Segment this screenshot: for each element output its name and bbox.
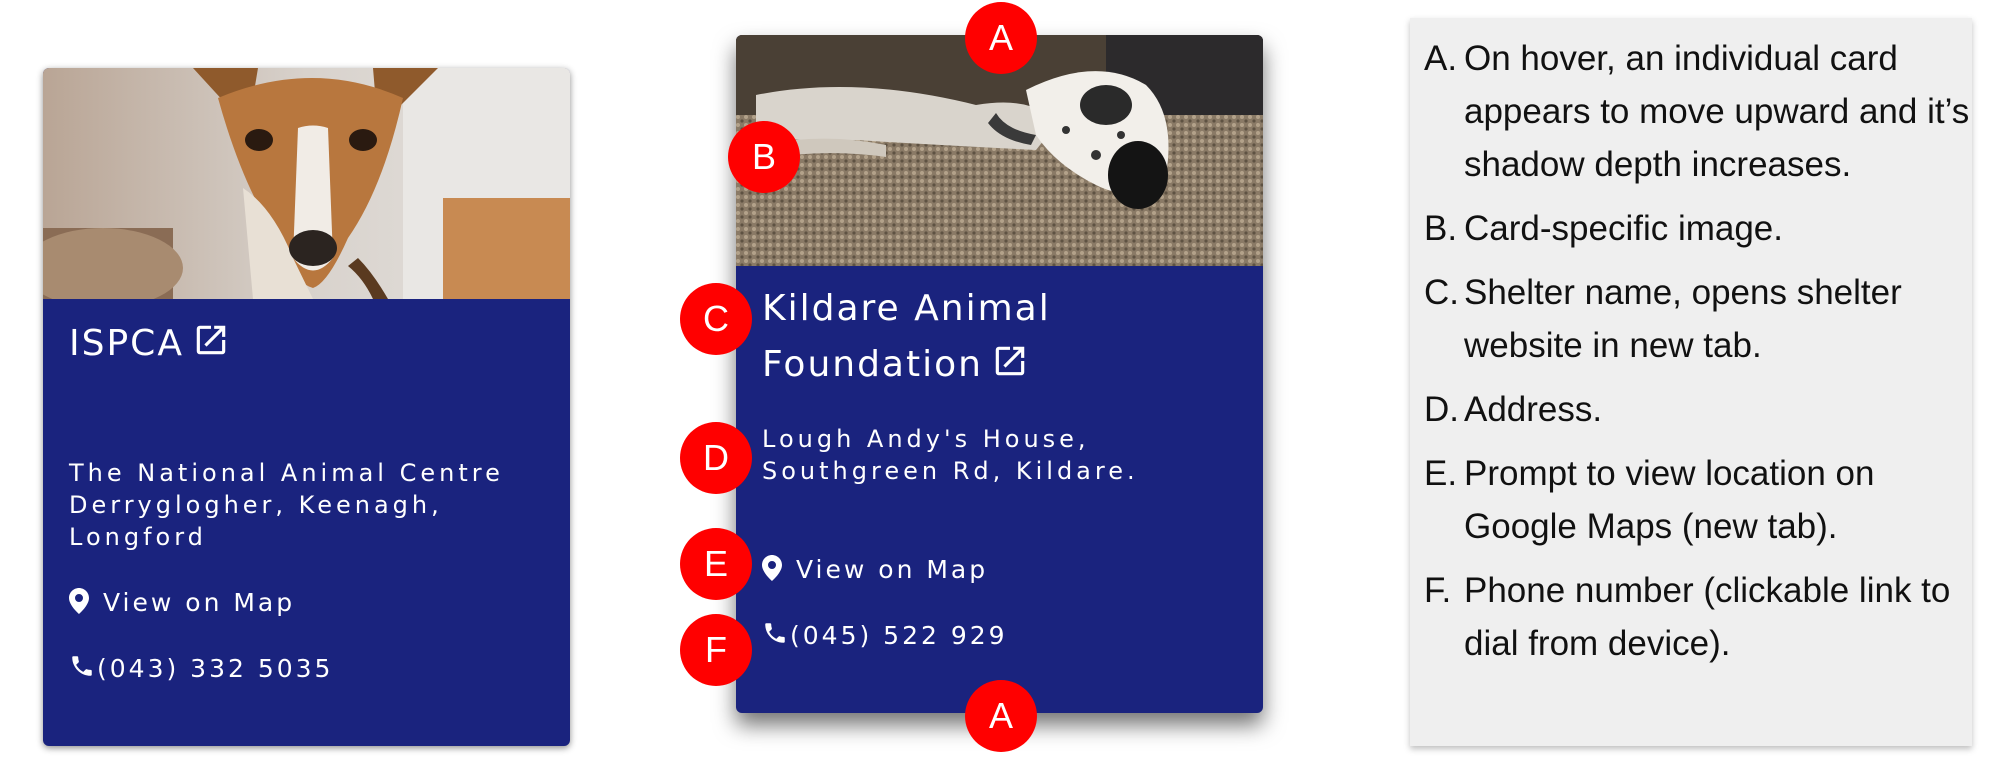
legend-letter: C. [1424,273,1459,312]
phone-number: (045) 522 929 [790,621,1008,650]
map-pin-icon [69,588,89,614]
phone-link[interactable]: (043) 332 5035 [69,653,333,683]
shelter-name-link[interactable]: ISPCA [69,316,549,372]
map-pin-icon [762,555,782,581]
view-on-map-label: View on Map [796,555,989,584]
annotation-marker-a-top: A [965,2,1037,74]
shelter-address: Lough Andy's House, Southgreen Rd, Kilda… [762,425,1139,485]
legend-item-f: F. Phone number (clickable link to dial f… [1424,564,1972,670]
legend-letter: B. [1424,209,1458,248]
legend-letter: F. [1424,571,1452,610]
shelter-name[interactable]: ISPCA [69,323,184,364]
legend-item-e: E. Prompt to view location on Google Maps… [1424,447,1972,553]
annotation-marker-a-bottom: A [965,680,1037,752]
legend-text: On hover, an individual card appears to … [1464,39,1970,184]
phone-icon [72,656,92,676]
phone-link[interactable]: (045) 522 929 [762,620,1008,650]
legend-letter: D. [1424,390,1459,429]
annotation-marker-e: E [680,528,752,600]
annotation-marker-f: F [680,614,752,686]
annotation-marker-c: C [680,283,752,355]
legend-text: Shelter name, opens shelter website in n… [1464,273,1902,365]
shelter-name-link[interactable]: Kildare Animal Foundation [762,281,1242,393]
phone-icon [765,623,785,643]
shelter-card-kildare[interactable]: Kildare Animal Foundation Lough Andy's H… [736,35,1263,713]
phone-number: (043) 332 5035 [97,654,334,683]
external-link-icon [995,346,1025,376]
view-on-map-link[interactable]: View on Map [69,588,295,617]
legend-text: Address. [1464,390,1603,429]
legend-text: Prompt to view location on Google Maps (… [1464,454,1875,546]
legend-list: A. On hover, an individual card appears t… [1410,18,1972,670]
shelter-card-ispca[interactable]: ISPCA The National Animal Centre Derrygl… [43,68,570,746]
annotation-marker-b: B [728,121,800,193]
legend-text: Card-specific image. [1464,209,1783,248]
view-on-map-label: View on Map [103,588,296,617]
card-image-dog-portrait [43,68,570,299]
legend-text: Phone number (clickable link to dial fro… [1464,571,1951,663]
external-link-icon [196,325,226,355]
annotation-marker-d: D [680,422,752,494]
legend-item-b: B. Card-specific image. [1424,202,1972,255]
legend-item-a: A. On hover, an individual card appears t… [1424,32,1972,191]
annotation-legend: A. On hover, an individual card appears t… [1410,18,1972,746]
legend-letter: A. [1424,39,1458,78]
legend-letter: E. [1424,454,1458,493]
legend-item-d: D. Address. [1424,383,1972,436]
shelter-address: The National Animal Centre Derryglogher,… [69,459,504,551]
legend-item-c: C. Shelter name, opens shelter website in… [1424,266,1972,372]
view-on-map-link[interactable]: View on Map [762,555,988,584]
